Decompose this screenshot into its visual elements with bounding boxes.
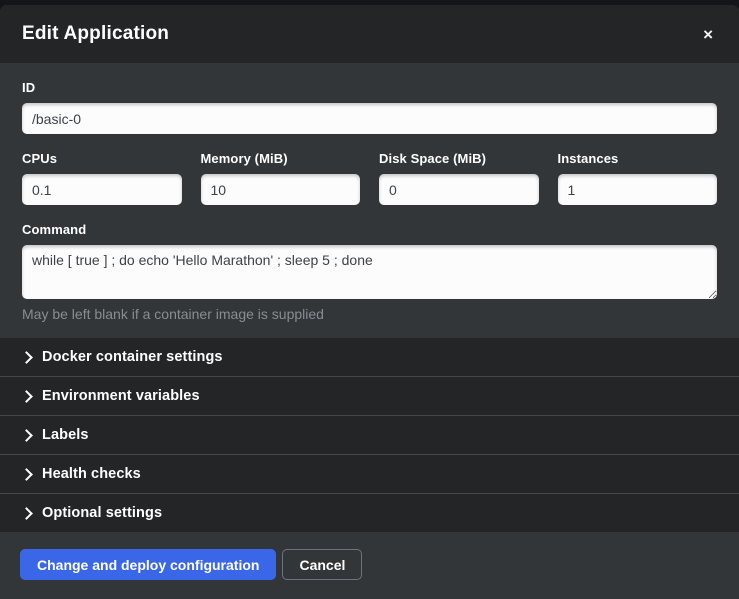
modal-footer: Change and deploy configuration Cancel bbox=[0, 532, 739, 597]
modal-header: Edit Application × bbox=[0, 5, 739, 63]
accordion-labels[interactable]: Labels bbox=[0, 416, 739, 455]
section-label: Optional settings bbox=[42, 505, 162, 521]
instances-field-group: Instances bbox=[558, 151, 718, 205]
accordion-health-checks[interactable]: Health checks bbox=[0, 455, 739, 494]
chevron-right-icon bbox=[20, 468, 33, 481]
edit-application-modal: Edit Application × ID CPUs Memory (MiB) … bbox=[0, 5, 739, 599]
cancel-button[interactable]: Cancel bbox=[282, 549, 362, 580]
id-input[interactable] bbox=[22, 103, 717, 134]
change-and-deploy-button[interactable]: Change and deploy configuration bbox=[20, 549, 276, 580]
cpus-label: CPUs bbox=[22, 151, 182, 166]
disk-field-group: Disk Space (MiB) bbox=[379, 151, 539, 205]
cpus-field-group: CPUs bbox=[22, 151, 182, 205]
resources-row: CPUs Memory (MiB) Disk Space (MiB) Insta… bbox=[22, 151, 717, 205]
application-form: ID CPUs Memory (MiB) Disk Space (MiB) In… bbox=[0, 63, 739, 338]
command-field-group: Command while [ true ] ; do echo 'Hello … bbox=[22, 222, 717, 338]
memory-field-group: Memory (MiB) bbox=[201, 151, 361, 205]
chevron-right-icon bbox=[20, 390, 33, 403]
command-textarea[interactable]: while [ true ] ; do echo 'Hello Marathon… bbox=[22, 245, 717, 299]
memory-label: Memory (MiB) bbox=[201, 151, 361, 166]
id-label: ID bbox=[22, 80, 717, 95]
disk-label: Disk Space (MiB) bbox=[379, 151, 539, 166]
section-label: Health checks bbox=[42, 466, 141, 482]
accordion-docker-container-settings[interactable]: Docker container settings bbox=[0, 338, 739, 377]
command-label: Command bbox=[22, 222, 717, 237]
section-label: Docker container settings bbox=[42, 349, 223, 365]
memory-input[interactable] bbox=[201, 174, 361, 205]
id-field-group: ID bbox=[22, 80, 717, 134]
disk-input[interactable] bbox=[379, 174, 539, 205]
command-help-text: May be left blank if a container image i… bbox=[22, 306, 717, 338]
accordion-sections: Docker container settings Environment va… bbox=[0, 338, 739, 532]
accordion-environment-variables[interactable]: Environment variables bbox=[0, 377, 739, 416]
accordion-optional-settings[interactable]: Optional settings bbox=[0, 494, 739, 532]
instances-label: Instances bbox=[558, 151, 718, 166]
modal-title: Edit Application bbox=[22, 23, 169, 45]
chevron-right-icon bbox=[20, 429, 33, 442]
close-icon[interactable]: × bbox=[699, 24, 717, 45]
section-label: Labels bbox=[42, 427, 89, 443]
chevron-right-icon bbox=[20, 351, 33, 364]
instances-input[interactable] bbox=[558, 174, 718, 205]
cpus-input[interactable] bbox=[22, 174, 182, 205]
chevron-right-icon bbox=[20, 507, 33, 520]
section-label: Environment variables bbox=[42, 388, 200, 404]
